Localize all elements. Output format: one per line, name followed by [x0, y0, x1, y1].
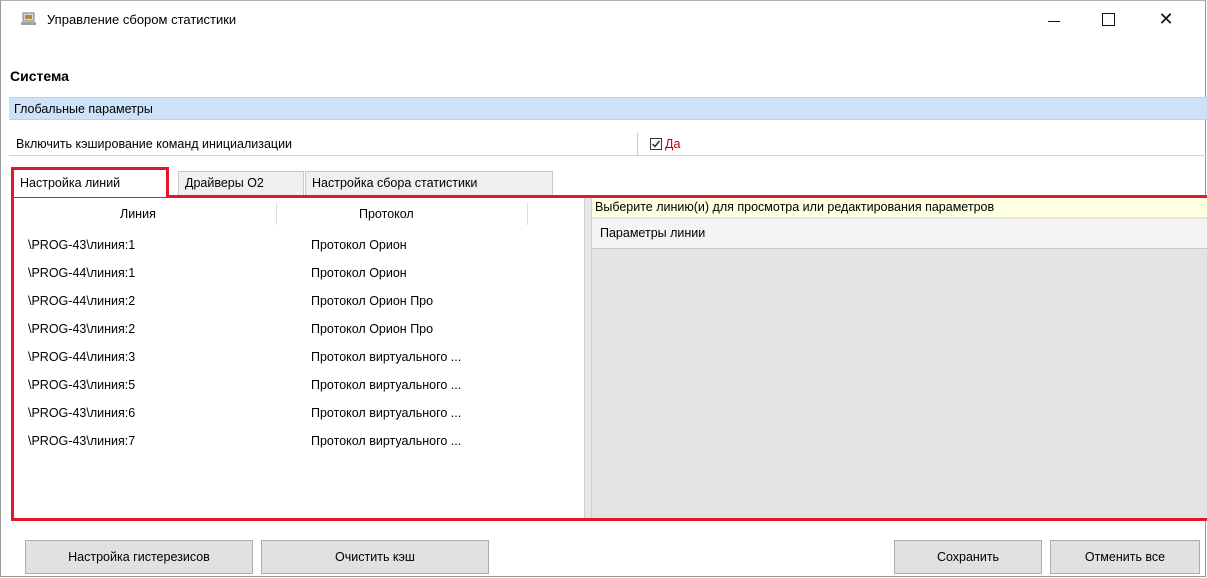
line-cell: \PROG-43\линия:6 — [28, 406, 136, 420]
protocol-cell: Протокол виртуального ... — [311, 378, 462, 392]
table-row[interactable]: \PROG-43\линия:7 Протокол виртуального .… — [14, 428, 574, 456]
protocol-cell: Протокол виртуального ... — [311, 434, 462, 448]
minimize-button[interactable] — [1031, 1, 1077, 37]
property-label: Включить кэширование команд инициализаци… — [16, 137, 293, 151]
app-statistics-icon — [20, 12, 37, 26]
clear-cache-button[interactable]: Очистить кэш — [261, 540, 489, 574]
maximize-icon — [1101, 12, 1115, 26]
global-params-label: Глобальные параметры — [14, 102, 153, 116]
line-params-grid[interactable] — [592, 249, 1207, 518]
save-button[interactable]: Сохранить — [894, 540, 1042, 574]
window-title: Управление сбором статистики — [47, 12, 237, 27]
table-row[interactable]: \PROG-44\линия:1 Протокол Орион — [14, 260, 574, 288]
main-window: Управление сбором статистики ✕ Система Г… — [0, 0, 1207, 577]
property-row-caching[interactable]: Включить кэширование команд инициализаци… — [9, 133, 1207, 156]
protocol-cell: Протокол Орион — [311, 238, 407, 252]
table-row[interactable]: \PROG-43\линия:6 Протокол виртуального .… — [14, 400, 574, 428]
line-cell: \PROG-44\линия:2 — [28, 294, 136, 308]
table-row[interactable]: \PROG-43\линия:5 Протокол виртуального .… — [14, 372, 574, 400]
column-separator[interactable] — [527, 203, 528, 225]
title-bar: Управление сбором статистики ✕ — [1, 1, 1205, 37]
table-row[interactable]: \PROG-43\линия:2 Протокол Орион Про — [14, 316, 574, 344]
protocol-cell: Протокол Орион Про — [311, 294, 434, 308]
tab-o2-drivers[interactable]: Драйверы О2 — [178, 171, 304, 195]
selection-hint: Выберите линию(и) для просмотра или реда… — [592, 198, 1207, 217]
tab-statistics-settings[interactable]: Настройка сбора статистики — [305, 171, 553, 195]
line-cell: \PROG-43\линия:1 — [28, 238, 136, 252]
column-separator[interactable] — [276, 203, 277, 225]
protocol-cell: Протокол виртуального ... — [311, 406, 462, 420]
line-params-pane: Выберите линию(и) для просмотра или реда… — [592, 198, 1207, 518]
protocol-cell: Протокол виртуального ... — [311, 350, 462, 364]
maximize-button[interactable] — [1085, 1, 1131, 37]
minimize-icon — [1048, 20, 1060, 22]
line-cell: \PROG-43\линия:7 — [28, 434, 136, 448]
close-button[interactable]: ✕ — [1143, 1, 1189, 37]
pane-splitter[interactable] — [584, 198, 592, 518]
caching-value: Да — [665, 137, 681, 151]
line-cell: \PROG-44\линия:3 — [28, 350, 136, 364]
column-header-protocol[interactable]: Протокол — [359, 207, 414, 221]
line-cell: \PROG-44\линия:1 — [28, 266, 136, 280]
global-params-header[interactable]: Глобальные параметры — [9, 97, 1207, 120]
line-cell: \PROG-43\линия:2 — [28, 322, 136, 336]
protocol-cell: Протокол Орион Про — [311, 322, 434, 336]
tab-line-settings[interactable]: Настройка линий — [11, 167, 169, 197]
caching-checkbox[interactable] — [650, 138, 662, 150]
cancel-all-button[interactable]: Отменить все — [1050, 540, 1200, 574]
close-icon: ✕ — [1158, 8, 1174, 29]
table-row[interactable]: \PROG-43\линия:1 Протокол Орион — [14, 232, 574, 260]
table-row[interactable]: \PROG-44\линия:3 Протокол виртуального .… — [14, 344, 574, 372]
lines-list[interactable]: Линия Протокол \PROG-43\линия:1 Протокол… — [14, 198, 584, 518]
line-cell: \PROG-43\линия:5 — [28, 378, 136, 392]
tab-content-panel: Линия Протокол \PROG-43\линия:1 Протокол… — [11, 195, 1207, 521]
section-title: Система — [10, 68, 69, 84]
line-params-header[interactable]: Параметры линии — [592, 219, 1207, 249]
column-header-line[interactable]: Линия — [120, 207, 156, 221]
table-row[interactable]: \PROG-44\линия:2 Протокол Орион Про — [14, 288, 574, 316]
property-divider — [637, 133, 638, 156]
protocol-cell: Протокол Орион — [311, 266, 407, 280]
hysteresis-settings-button[interactable]: Настройка гистерезисов — [25, 540, 253, 574]
checkmark-icon — [652, 140, 661, 148]
